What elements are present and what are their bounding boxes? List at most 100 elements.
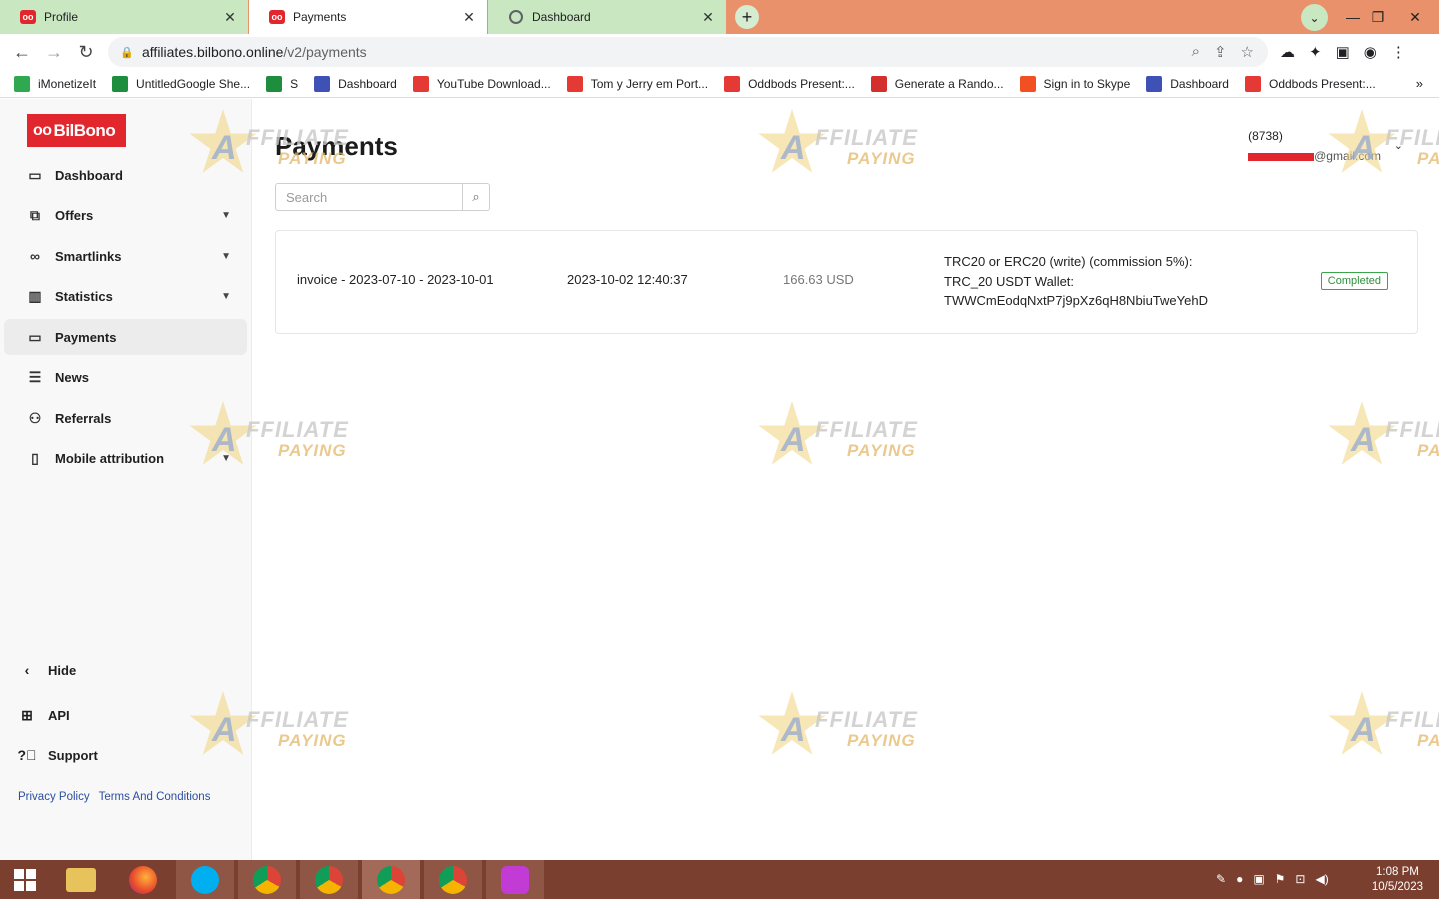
status-badge: Completed (1320, 272, 1388, 290)
privacy-policy-link[interactable]: Privacy Policy (18, 791, 90, 803)
window-close-button[interactable]: ✕ (1400, 0, 1430, 34)
sidebar-item-referrals[interactable]: ⚇ Referrals (4, 400, 247, 436)
zoom-icon[interactable]: ⌕ (1192, 43, 1200, 61)
support-link[interactable]: ?⃝ Support (17, 747, 97, 763)
sidebar-item-label: Referrals (55, 410, 112, 426)
extensions-puzzle-icon[interactable]: ✦ (1309, 43, 1322, 61)
invoice-name: invoice - 2023-07-10 - 2023-10-01 (297, 272, 494, 287)
star-icon[interactable]: ☆ (1241, 43, 1254, 61)
search-icon[interactable]: ⌕ (462, 184, 489, 210)
taskbar-skype[interactable] (176, 860, 234, 899)
restore-button[interactable]: ❐ (1363, 0, 1393, 34)
side-panel-icon[interactable]: ▣ (1336, 43, 1350, 61)
notification-icon[interactable]: ● (1236, 872, 1243, 886)
bookmarks-bar: iMonetizeIt UntitledGoogle She... S Dashboa… (0, 70, 1439, 98)
redaction-mark (1248, 152, 1315, 161)
dashboard-icon: ▭ (28, 166, 42, 183)
taskbar-chrome-1[interactable] (238, 860, 296, 899)
user-email: @gmail.com (1248, 149, 1381, 163)
help-icon: ?⃝ (17, 747, 37, 763)
bookmark-item[interactable]: Dashboard (1146, 75, 1229, 92)
tab-payments[interactable]: oo Payments ✕ (249, 0, 487, 34)
taskbar-file-explorer[interactable] (52, 860, 110, 899)
offers-icon: ⧉ (30, 206, 40, 223)
clock-date: 10/5/2023 (1371, 881, 1423, 893)
sidebar-item-statistics[interactable]: ▥ Statistics ▼ (4, 278, 247, 314)
close-icon[interactable]: ✕ (461, 9, 477, 26)
taskbar-chrome-4[interactable] (424, 860, 482, 899)
bookmark-favicon-icon (266, 75, 283, 92)
bookmark-item[interactable]: Dashboard (314, 75, 397, 92)
sidebar-item-offers[interactable]: ⧉ Offers ▼ (4, 197, 247, 233)
bookmark-item[interactable]: UntitledGoogle She... (112, 75, 251, 92)
reload-button[interactable]: ↻ (74, 40, 98, 64)
bookmark-item[interactable]: Sign in to Skype (1019, 75, 1130, 92)
pen-icon[interactable]: ✎ (1216, 872, 1226, 886)
chevron-down-icon[interactable]: ⌄ (1394, 139, 1403, 152)
close-icon[interactable]: ✕ (222, 9, 238, 26)
sidebar-item-smartlinks[interactable]: ∞ Smartlinks ▼ (4, 238, 247, 274)
address-bar[interactable]: 🔒 affiliates.bilbono.online/v2/payments … (108, 37, 1268, 67)
browser-toolbar: ← → ↻ 🔒 affiliates.bilbono.online/v2/pay… (0, 34, 1439, 70)
hide-sidebar-button[interactable]: ‹ Hide (18, 662, 77, 678)
bookmark-item[interactable]: Generate a Rando... (870, 75, 1004, 92)
bookmark-label: YouTube Download... (436, 76, 551, 91)
share-icon[interactable]: ⇪ (1214, 43, 1227, 61)
sidebar-item-mobile-attribution[interactable]: ▯ Mobile attribution ▼ (4, 440, 247, 476)
back-button[interactable]: ← (10, 40, 34, 64)
api-link[interactable]: ⊞ API (18, 707, 70, 724)
tab-profile[interactable]: oo Profile ✕ (0, 0, 248, 34)
taskbar-chrome-3[interactable] (362, 860, 420, 899)
windows-taskbar: ✎ ● ▣ ⚑ ⊡ ◀) 1:08 PM 10/5/2023 (0, 860, 1439, 899)
sidebar-item-dashboard[interactable]: ▭ Dashboard (4, 157, 247, 193)
terms-link[interactable]: Terms And Conditions (99, 791, 211, 803)
bookmark-item[interactable]: Oddbods Present:... (1244, 75, 1376, 92)
bookmarks-overflow-icon[interactable]: » (1416, 76, 1423, 91)
referrals-icon: ⚇ (28, 409, 42, 426)
bookmark-label: UntitledGoogle She... (136, 76, 251, 91)
extension-cloud-icon[interactable]: ☁ (1280, 43, 1295, 61)
taskbar-firefox[interactable] (114, 860, 172, 899)
bookmark-item[interactable]: iMonetizeIt (14, 75, 96, 92)
bookmark-item[interactable]: Oddbods Present:... (724, 75, 855, 92)
method-line: TRC20 or ERC20 (write) (commission 5%): (944, 254, 1193, 269)
app-tray-icon[interactable]: ▣ (1253, 872, 1264, 886)
bookmark-item[interactable]: YouTube Download... (412, 75, 551, 92)
sidebar-item-news[interactable]: ☰ News (4, 359, 247, 395)
payment-method: TRC20 or ERC20 (write) (commission 5%): … (944, 252, 1208, 311)
chevron-down-icon: ▼ (221, 250, 231, 262)
tab-title: Dashboard (532, 10, 591, 24)
chrome-icon (253, 865, 281, 894)
search-input[interactable] (276, 184, 462, 210)
network-icon[interactable]: ⊡ (1295, 872, 1305, 886)
forward-button[interactable]: → (42, 40, 66, 64)
legal-links: Privacy Policy Terms And Conditions (18, 791, 216, 803)
taskbar-chrome-2[interactable] (300, 860, 358, 899)
sidebar-item-label: Offers (55, 207, 94, 223)
menu-kebab-icon[interactable]: ⋮ (1391, 43, 1406, 61)
profile-avatar-icon[interactable]: ◉ (1364, 43, 1377, 61)
taskbar-wps[interactable] (486, 860, 544, 899)
bookmark-item[interactable]: S (266, 75, 298, 92)
brand-logo[interactable]: oo BilBono (27, 114, 126, 147)
tab-strip: oo Profile ✕ oo Payments ✕ Dashboard ✕ +… (0, 0, 1439, 34)
bookmark-item[interactable]: Tom y Jerry em Port... (566, 75, 708, 92)
new-tab-button[interactable]: + (735, 5, 759, 29)
lock-icon[interactable]: 🔒 (120, 46, 134, 59)
clock-time: 1:08 PM (1376, 866, 1419, 878)
bookmark-favicon-icon (870, 75, 887, 92)
tab-dashboard[interactable]: Dashboard ✕ (488, 0, 726, 34)
start-button[interactable] (0, 860, 50, 899)
bookmark-favicon-icon (14, 75, 30, 92)
tab-title: Payments (293, 10, 347, 24)
chevron-down-icon: ▼ (221, 452, 231, 464)
bookmark-favicon-icon (724, 75, 741, 92)
tab-search-button[interactable]: ⌄ (1301, 4, 1328, 31)
sidebar-item-payments[interactable]: ▭ Payments (4, 319, 247, 355)
close-icon[interactable]: ✕ (700, 9, 716, 26)
bookmark-label: Oddbods Present:... (748, 76, 855, 91)
flag-icon[interactable]: ⚑ (1275, 872, 1286, 886)
user-info[interactable]: (8738) @gmail.com (1248, 129, 1381, 163)
volume-icon[interactable]: ◀) (1315, 872, 1328, 886)
taskbar-clock[interactable]: 1:08 PM 10/5/2023 (1372, 865, 1423, 895)
